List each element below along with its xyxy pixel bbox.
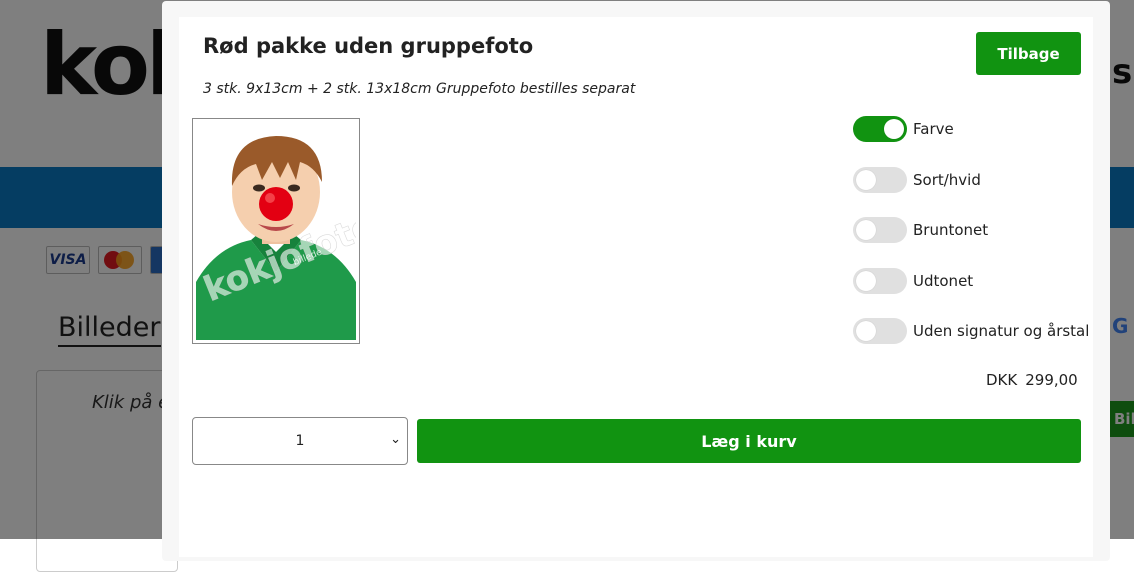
back-button[interactable]: Tilbage [976,32,1081,75]
option-label: Sort/hvid [913,171,981,189]
option-sort-hvid[interactable]: Sort/hvid [853,166,981,194]
product-photo: kokjofoto billede [196,122,356,340]
product-modal: Rød pakke uden gruppefoto 3 stk. 9x13cm … [162,1,1110,561]
modal-content: Rød pakke uden gruppefoto 3 stk. 9x13cm … [179,17,1093,557]
quantity-value: 1 [295,433,305,449]
option-uden-signatur[interactable]: Uden signatur og årstal [853,317,1089,345]
toggle-sort-hvid[interactable] [853,167,907,193]
option-label: Udtonet [913,272,974,290]
price-currency: DKK [986,371,1018,389]
option-label: Uden signatur og årstal [913,322,1090,340]
product-title: Rød pakke uden gruppefoto [203,34,534,58]
product-subtitle: 3 stk. 9x13cm + 2 stk. 13x18cm Gruppefot… [203,81,636,97]
option-farve[interactable]: Farve [853,115,954,143]
price: DKK 299,00 [986,371,1078,389]
option-label: Bruntonet [913,221,989,239]
product-photo-frame: kokjofoto billede [192,118,360,344]
toggle-udtonet[interactable] [853,268,907,294]
price-amount: 299,00 [1025,371,1078,389]
quantity-select[interactable]: 1 ⌄ [192,417,408,465]
option-udtonet[interactable]: Udtonet [853,267,973,295]
option-label: Farve [913,120,954,138]
toggle-bruntonet[interactable] [853,217,907,243]
add-to-cart-button[interactable]: Læg i kurv [417,419,1081,463]
toggle-farve[interactable] [853,116,907,142]
toggle-uden-signatur[interactable] [853,318,907,344]
chevron-down-icon: ⌄ [390,432,401,447]
option-bruntonet[interactable]: Bruntonet [853,216,988,244]
child-portrait-image: kokjofoto billede [196,122,356,340]
